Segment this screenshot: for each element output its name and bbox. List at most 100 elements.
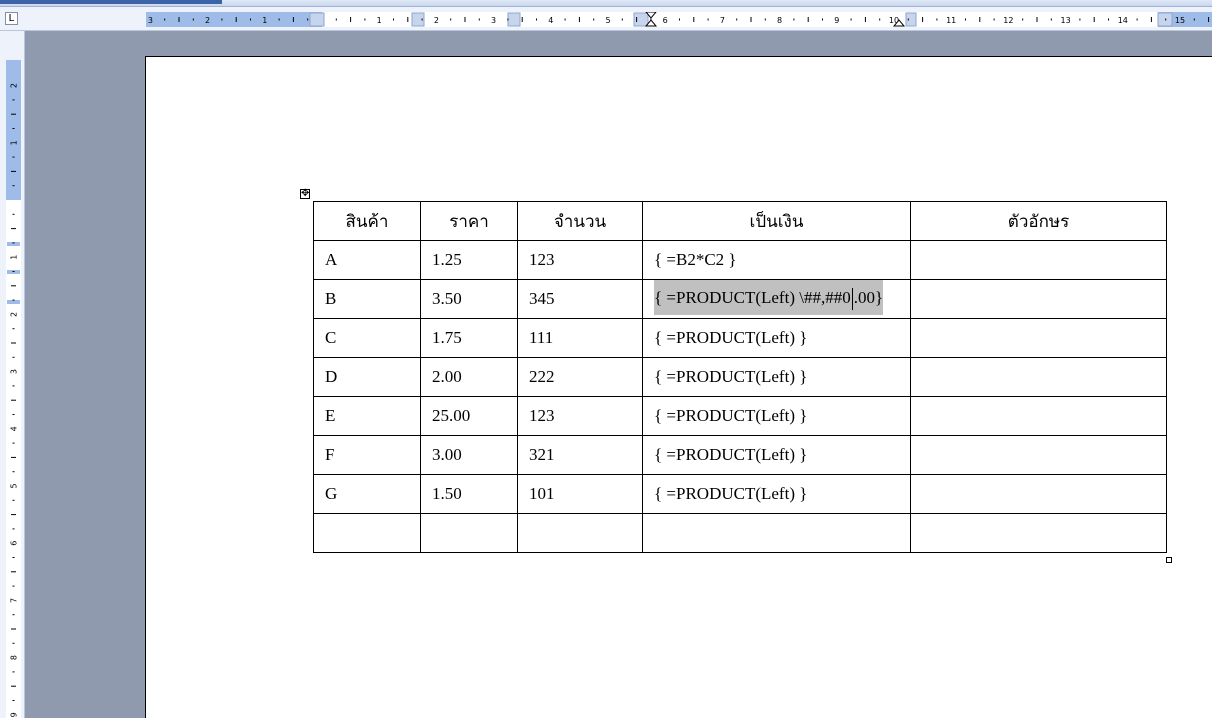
column-marker — [507, 12, 521, 27]
table-row: G 1.50 101 { =PRODUCT(Left) } — [313, 474, 1167, 514]
ruler-number: 14 — [1118, 16, 1128, 25]
formula-field-cell[interactable]: { =PRODUCT(Left) } — [642, 396, 911, 436]
ruler-number: 1 — [10, 140, 19, 145]
table-cell[interactable]: E — [313, 396, 421, 436]
column-marker — [633, 12, 649, 27]
toolbar-edge — [0, 0, 1212, 7]
table-cell[interactable] — [910, 240, 1167, 280]
ruler-number: 2 — [10, 312, 19, 317]
table-cell[interactable]: B — [313, 279, 421, 319]
ruler-number: 4 — [10, 426, 19, 431]
ruler-number: 4 — [548, 16, 553, 25]
table-row: C 1.75 111 { =PRODUCT(Left) } — [313, 318, 1167, 358]
table-cell[interactable]: 2.00 — [420, 357, 518, 397]
table-cell[interactable] — [910, 396, 1167, 436]
header-amount[interactable]: เป็นเงิน — [642, 201, 911, 241]
table-cell[interactable]: 111 — [517, 318, 643, 358]
ruler-number: 1 — [10, 255, 19, 260]
word-window: L 3 2 1 1 2 3 4 5 6 7 8 9 10 11 12 13 14 15 21123456789 ✥… — [0, 0, 1212, 718]
table-cell[interactable]: 123 — [517, 396, 643, 436]
ruler-number: 6 — [663, 16, 668, 25]
formula-field-cell[interactable]: { =B2*C2 } — [642, 240, 911, 280]
table-row: A 1.25 123 { =B2*C2 } — [313, 240, 1167, 280]
table-row: B 3.50 345 { =PRODUCT(Left) \##,##0.00} — [313, 279, 1167, 319]
table-cell[interactable] — [910, 357, 1167, 397]
tab-selector-button[interactable]: L — [5, 12, 18, 25]
table-cell[interactable]: 1.50 — [420, 474, 518, 514]
table-cell[interactable] — [910, 474, 1167, 514]
table-resize-handle[interactable] — [1166, 557, 1172, 563]
ruler-number: 7 — [10, 598, 19, 603]
ruler-number: 3 — [148, 16, 153, 25]
table-row — [313, 513, 1167, 553]
column-marker — [905, 12, 917, 27]
table-cell[interactable]: 321 — [517, 435, 643, 475]
ruler-number: 11 — [946, 16, 956, 25]
table-cell[interactable]: 3.50 — [420, 279, 518, 319]
table-cell[interactable] — [910, 435, 1167, 475]
table-cell[interactable]: 25.00 — [420, 396, 518, 436]
table-header-row: สินค้า ราคา จำนวน เป็นเงิน ตัวอักษร — [313, 201, 1167, 241]
table-cell[interactable]: A — [313, 240, 421, 280]
formula-field-cell[interactable]: { =PRODUCT(Left) } — [642, 474, 911, 514]
header-price[interactable]: ราคา — [420, 201, 518, 241]
horizontal-ruler-scale: 3 2 1 1 2 3 4 5 6 7 8 9 10 11 12 13 14 15 — [146, 12, 1212, 27]
table-cell[interactable] — [313, 513, 421, 553]
ruler-number: 2 — [205, 16, 210, 25]
ruler-number: 15 — [1175, 16, 1185, 25]
ruler-number: 8 — [10, 655, 19, 660]
table-cell[interactable]: F — [313, 435, 421, 475]
table-cell[interactable]: G — [313, 474, 421, 514]
ruler-number: 12 — [1003, 16, 1013, 25]
table-cell[interactable]: 3.00 — [420, 435, 518, 475]
table-cell[interactable] — [517, 513, 643, 553]
table-cell[interactable] — [910, 318, 1167, 358]
header-quantity[interactable]: จำนวน — [517, 201, 643, 241]
table-cell[interactable]: 222 — [517, 357, 643, 397]
table-cell[interactable]: C — [313, 318, 421, 358]
table-row: D 2.00 222 { =PRODUCT(Left) } — [313, 357, 1167, 397]
horizontal-ruler-bar: L 3 2 1 1 2 3 4 5 6 7 8 9 10 11 12 13 14 15 — [0, 7, 1212, 31]
ruler-number: 1 — [377, 16, 382, 25]
ruler-number: 8 — [777, 16, 782, 25]
ruler-number: 6 — [10, 541, 19, 546]
column-marker — [309, 12, 325, 27]
table-cell[interactable] — [910, 513, 1167, 553]
ruler-number: 9 — [10, 712, 19, 717]
table-row: F 3.00 321 { =PRODUCT(Left) } — [313, 435, 1167, 475]
vertical-ruler-bar: 2 1 1 2 3 4 5 6 7 8 9 — [0, 31, 25, 718]
ruler-number: 13 — [1061, 16, 1071, 25]
ruler-number: 5 — [10, 483, 19, 488]
header-product[interactable]: สินค้า — [313, 201, 421, 241]
table-cell[interactable]: 345 — [517, 279, 643, 319]
ruler-number: 3 — [10, 369, 19, 374]
ruler-number: 2 — [10, 83, 19, 88]
ruler-number: 1 — [262, 16, 267, 25]
formula-field-cell[interactable]: { =PRODUCT(Left) } — [642, 357, 911, 397]
horizontal-ruler[interactable]: 3 2 1 1 2 3 4 5 6 7 8 9 10 11 12 13 14 15 — [146, 12, 1212, 27]
table-cell[interactable]: D — [313, 357, 421, 397]
ruler-number: 2 — [434, 16, 439, 25]
vertical-ruler[interactable]: 2 1 1 2 3 4 5 6 7 8 9 — [6, 60, 21, 718]
data-table: สินค้า ราคา จำนวน เป็นเงิน ตัวอักษร A 1.… — [313, 201, 1167, 553]
table-cell[interactable] — [642, 513, 911, 553]
table-cell[interactable]: 1.75 — [420, 318, 518, 358]
active-tab-edge — [0, 0, 222, 4]
selected-field-code[interactable]: { =PRODUCT(Left) \##,##0.00} — [654, 280, 884, 315]
vertical-ruler-scale: 2 1 1 2 3 4 5 6 7 8 9 — [6, 60, 21, 717]
header-in-words[interactable]: ตัวอักษร — [910, 201, 1167, 241]
formula-field-cell[interactable]: { =PRODUCT(Left) } — [642, 318, 911, 358]
table-row: E 25.00 123 { =PRODUCT(Left) } — [313, 396, 1167, 436]
column-marker — [1157, 12, 1173, 27]
formula-field-cell-selected[interactable]: { =PRODUCT(Left) \##,##0.00} — [642, 279, 911, 319]
formula-field-cell[interactable]: { =PRODUCT(Left) } — [642, 435, 911, 475]
table-move-handle[interactable]: ✥ — [300, 189, 310, 199]
ruler-top-margin — [6, 60, 21, 200]
table-cell[interactable] — [910, 279, 1167, 319]
ruler-number: 5 — [605, 16, 610, 25]
table-cell[interactable]: 101 — [517, 474, 643, 514]
table-cell[interactable]: 123 — [517, 240, 643, 280]
ruler-number: 9 — [834, 16, 839, 25]
table-cell[interactable] — [420, 513, 518, 553]
table-cell[interactable]: 1.25 — [420, 240, 518, 280]
